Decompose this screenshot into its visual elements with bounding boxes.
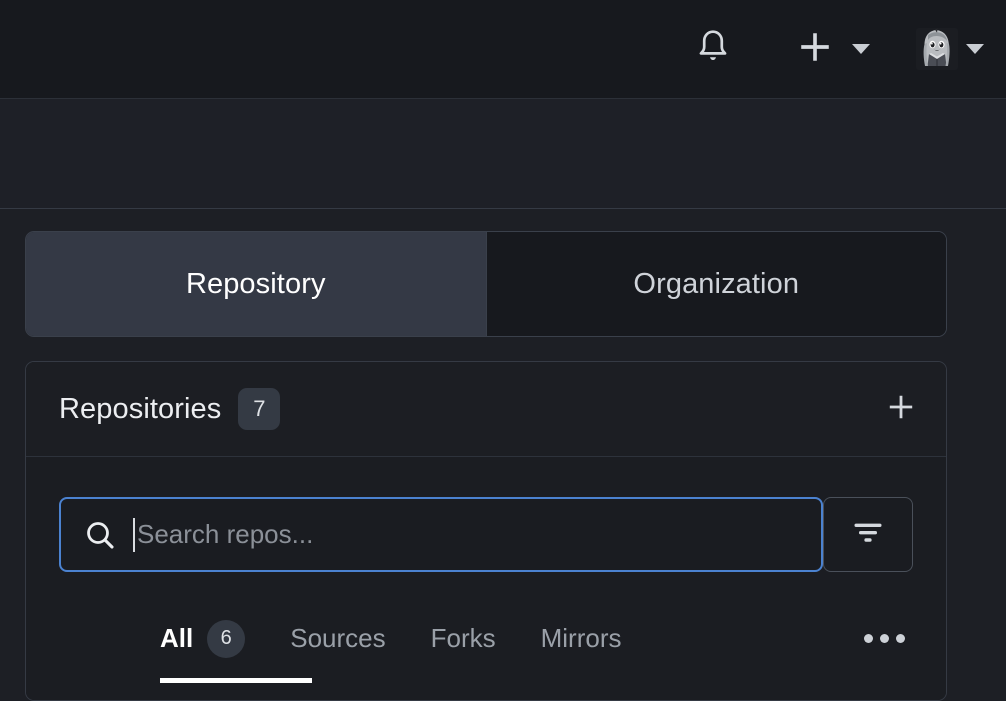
repositories-card: Repositories 7 Search repos... All 6 Sou… (25, 361, 947, 701)
search-placeholder: Search repos... (137, 519, 314, 549)
tabs-overflow-button[interactable] (864, 611, 913, 666)
repositories-card-header: Repositories 7 (26, 362, 946, 457)
filter-button[interactable] (823, 497, 913, 572)
segment-repository[interactable]: Repository (26, 232, 486, 336)
search-icon (83, 518, 117, 552)
top-navbar (0, 0, 1006, 99)
create-new-button[interactable] (786, 20, 844, 78)
tab-forks-label: Forks (430, 623, 496, 653)
filter-icon (850, 517, 886, 552)
account-menu-chevron-down-icon[interactable] (966, 44, 984, 54)
repository-filter-tabs: All 6 Sources Forks Mirrors (59, 594, 913, 683)
search-row: Search repos... (59, 497, 913, 572)
tab-forks[interactable]: Forks (431, 611, 496, 666)
ellipsis-icon (880, 634, 889, 643)
search-input[interactable]: Search repos... (59, 497, 824, 572)
secondary-bar (0, 99, 1006, 209)
bell-icon (696, 28, 730, 71)
tab-active-underline (160, 678, 312, 683)
plus-icon (885, 391, 917, 428)
navbar-actions (684, 20, 984, 78)
tab-all[interactable]: All 6 (160, 611, 312, 683)
tab-all-label: All (160, 623, 194, 653)
tab-all-badge: 6 (207, 619, 246, 658)
tab-mirrors-label: Mirrors (540, 623, 622, 653)
ellipsis-icon (896, 634, 905, 643)
create-menu-chevron-down-icon[interactable] (852, 44, 870, 54)
page-title: Repositories (59, 392, 222, 425)
notifications-button[interactable] (684, 20, 742, 78)
ellipsis-icon (864, 634, 873, 643)
tab-mirrors[interactable]: Mirrors (541, 611, 622, 666)
text-cursor (133, 517, 135, 552)
scope-segmented-control: Repository Organization (25, 231, 947, 337)
repositories-count-badge: 7 (238, 388, 281, 430)
tab-sources[interactable]: Sources (290, 611, 385, 666)
add-repository-button[interactable] (878, 386, 924, 432)
repositories-card-body: Search repos... All 6 Sources Forks Mirr… (26, 457, 946, 700)
tab-sources-label: Sources (290, 623, 386, 653)
plus-icon (796, 28, 834, 71)
avatar[interactable] (916, 28, 958, 70)
segment-organization[interactable]: Organization (486, 232, 946, 336)
segment-repository-label: Repository (185, 267, 326, 300)
segment-organization-label: Organization (633, 267, 800, 300)
